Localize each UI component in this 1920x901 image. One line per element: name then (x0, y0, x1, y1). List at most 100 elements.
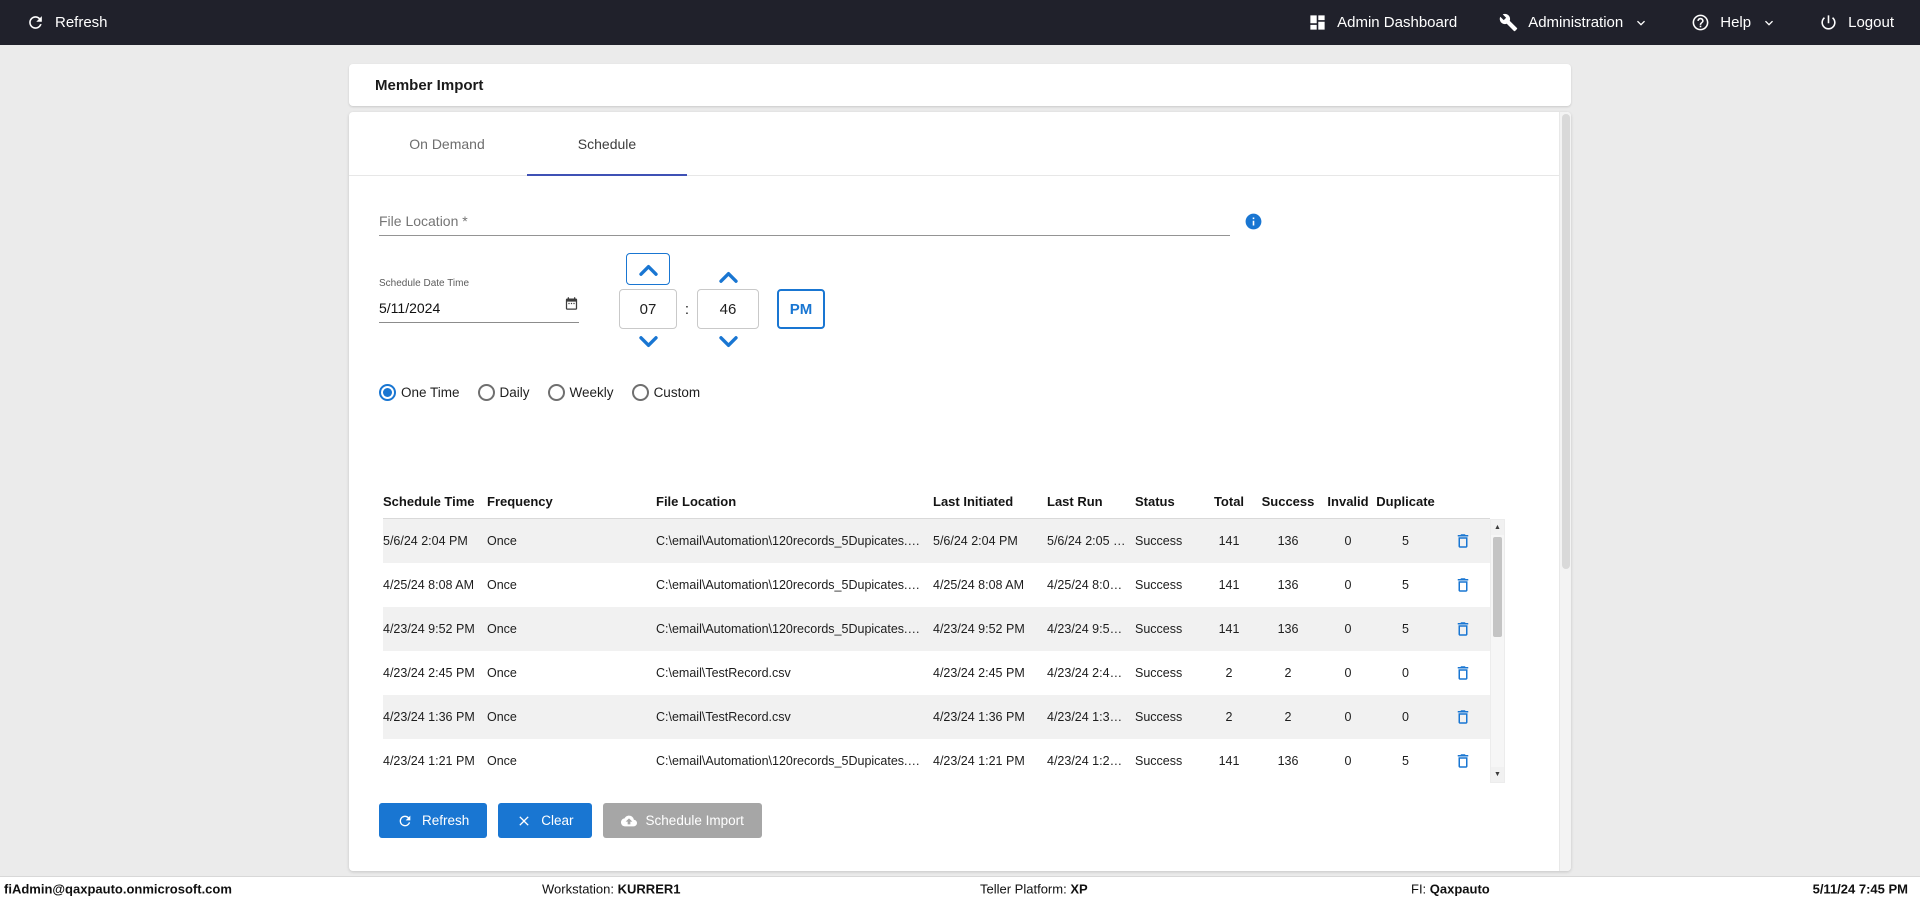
cell-frequency: Once (487, 534, 656, 548)
chevron-up-icon (717, 269, 740, 284)
trash-icon (1454, 532, 1472, 550)
meridiem-toggle-button[interactable]: PM (777, 289, 825, 329)
delete-row-button[interactable] (1435, 576, 1490, 594)
schedule-table-body: 5/6/24 2:04 PMOnceC:\email\Automation\12… (383, 519, 1490, 783)
cell-frequency: Once (487, 578, 656, 592)
scrollbar-track[interactable] (1491, 535, 1504, 767)
table-row: 4/23/24 1:36 PMOnceC:\email\TestRecord.c… (383, 695, 1490, 739)
fi-info: FI: Qaxpauto (1411, 882, 1490, 897)
hour-input[interactable]: 07 (619, 289, 677, 329)
cell-duplicate: 5 (1376, 622, 1435, 636)
cell-last-run: 4/23/24 1:37 PM (1047, 710, 1135, 724)
cell-file-location: C:\email\TestRecord.csv (656, 666, 933, 680)
cell-schedule-time: 4/23/24 1:21 PM (383, 754, 487, 768)
scroll-down-arrow[interactable]: ▼ (1491, 767, 1504, 782)
teller-platform-info: Teller Platform: XP (980, 882, 1088, 897)
cell-invalid: 0 (1320, 754, 1376, 768)
cell-invalid: 0 (1320, 622, 1376, 636)
admin-dashboard-nav[interactable]: Admin Dashboard (1308, 13, 1457, 32)
cell-total: 141 (1202, 622, 1256, 636)
panel-scrollbar[interactable] (1559, 112, 1571, 871)
radio-circle-icon[interactable] (379, 384, 396, 401)
hour-decrement-button[interactable] (637, 335, 660, 350)
cell-last-initiated: 4/23/24 1:36 PM (933, 710, 1047, 724)
delete-row-button[interactable] (1435, 532, 1490, 550)
cell-last-run: 4/25/24 8:09 AM (1047, 578, 1135, 592)
table-row: 4/23/24 9:52 PMOnceC:\email\Automation\1… (383, 607, 1490, 651)
cell-success: 2 (1256, 710, 1320, 724)
cell-total: 2 (1202, 666, 1256, 680)
delete-row-button[interactable] (1435, 752, 1490, 770)
panel-scrollbar-thumb[interactable] (1562, 114, 1570, 569)
tab-schedule[interactable]: Schedule (527, 112, 687, 175)
date-input[interactable]: 5/11/2024 (379, 289, 579, 323)
refresh-icon (397, 813, 413, 829)
power-icon (1819, 13, 1838, 32)
trash-icon (1454, 664, 1472, 682)
file-location-input[interactable] (379, 206, 1230, 236)
top-navigation-bar: Refresh Admin Dashboard Administration H… (0, 0, 1920, 45)
scroll-up-arrow[interactable]: ▲ (1491, 520, 1504, 535)
refresh-nav-button[interactable]: Refresh (26, 13, 108, 32)
cell-status: Success (1135, 534, 1202, 548)
frequency-radio-daily[interactable]: Daily (478, 384, 530, 401)
trash-icon (1454, 708, 1472, 726)
logout-button[interactable]: Logout (1819, 13, 1894, 32)
action-buttons-row: Refresh Clear Schedule Import (379, 803, 1571, 838)
teller-platform-value: XP (1070, 882, 1087, 897)
frequency-radio-group: One Time Daily Weekly Custom (379, 384, 1571, 401)
file-location-row (379, 206, 1571, 236)
page-title: Member Import (375, 77, 483, 94)
radio-label: Weekly (570, 385, 614, 400)
delete-row-button[interactable] (1435, 664, 1490, 682)
frequency-radio-one-time[interactable]: One Time (379, 384, 460, 401)
schedule-table-area: Schedule TimeFrequencyFile LocationLast … (383, 485, 1571, 783)
column-header-status: Status (1135, 494, 1202, 509)
schedule-tab-content: Schedule Date Time 5/11/2024 (349, 206, 1571, 838)
close-icon (516, 813, 532, 829)
cell-last-initiated: 4/23/24 2:45 PM (933, 666, 1047, 680)
fi-label: FI: (1411, 882, 1426, 897)
radio-circle-icon[interactable] (548, 384, 565, 401)
hour-increment-button[interactable] (626, 253, 670, 285)
clear-button[interactable]: Clear (498, 803, 591, 838)
radio-circle-icon[interactable] (632, 384, 649, 401)
cell-frequency: Once (487, 622, 656, 636)
refresh-nav-label: Refresh (55, 14, 108, 31)
column-header-duplicate: Duplicate (1376, 494, 1435, 509)
cell-schedule-time: 5/6/24 2:04 PM (383, 534, 487, 548)
scrollbar-thumb[interactable] (1493, 537, 1502, 637)
administration-menu[interactable]: Administration (1499, 13, 1649, 32)
column-header-schedule-time: Schedule Time (383, 494, 487, 509)
refresh-button[interactable]: Refresh (379, 803, 487, 838)
info-icon[interactable] (1244, 212, 1263, 231)
help-label: Help (1720, 14, 1751, 31)
minute-input[interactable]: 46 (697, 289, 759, 329)
schedule-import-button[interactable]: Schedule Import (603, 803, 762, 838)
chevron-up-icon (637, 262, 660, 277)
cell-duplicate: 5 (1376, 754, 1435, 768)
delete-row-button[interactable] (1435, 708, 1490, 726)
radio-circle-icon[interactable] (478, 384, 495, 401)
chevron-down-icon (637, 335, 660, 350)
cell-schedule-time: 4/23/24 9:52 PM (383, 622, 487, 636)
frequency-radio-weekly[interactable]: Weekly (548, 384, 614, 401)
frequency-radio-custom[interactable]: Custom (632, 384, 701, 401)
cell-file-location: C:\email\Automation\120records_5Dupicate… (656, 534, 933, 548)
cell-frequency: Once (487, 666, 656, 680)
cell-status: Success (1135, 578, 1202, 592)
footer-datetime: 5/11/24 7:45 PM (1813, 882, 1908, 897)
minute-decrement-button[interactable] (717, 335, 740, 350)
cell-last-initiated: 4/23/24 9:52 PM (933, 622, 1047, 636)
tab-on-demand[interactable]: On Demand (367, 112, 527, 175)
cell-status: Success (1135, 754, 1202, 768)
delete-row-button[interactable] (1435, 620, 1490, 638)
help-menu[interactable]: Help (1691, 13, 1777, 32)
cell-file-location: C:\email\Automation\120records_5Dupicate… (656, 622, 933, 636)
wrench-icon (1499, 13, 1518, 32)
help-icon (1691, 13, 1710, 32)
calendar-icon[interactable] (564, 296, 579, 316)
table-scrollbar[interactable]: ▲ ▼ (1490, 519, 1505, 783)
minute-increment-button[interactable] (717, 269, 740, 284)
cell-last-run: 5/6/24 2:05 PM (1047, 534, 1135, 548)
